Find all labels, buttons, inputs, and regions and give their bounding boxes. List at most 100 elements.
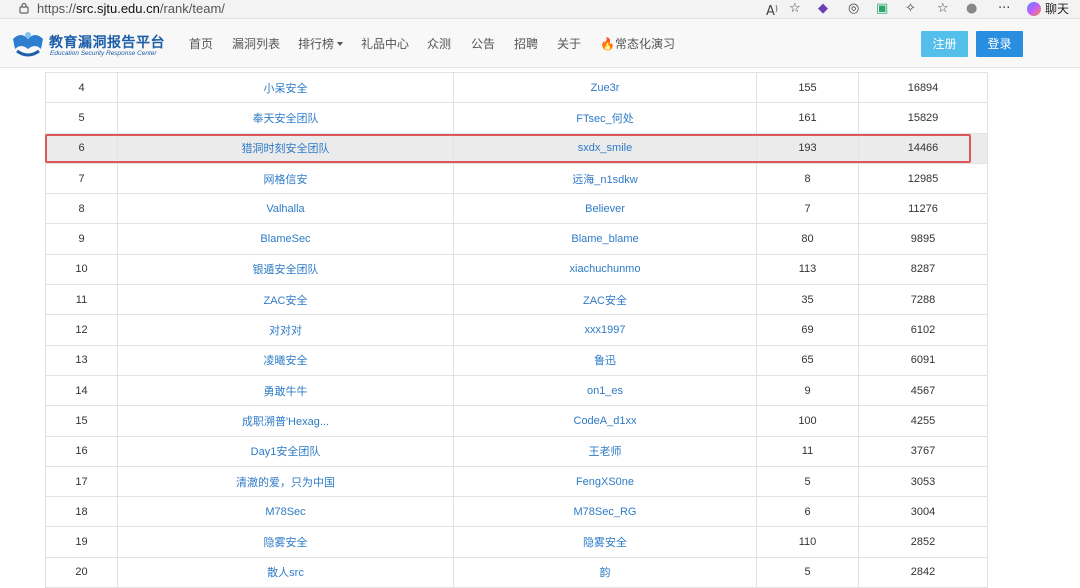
team-name-link[interactable]: 网格信安 [117, 162, 454, 195]
rank-cell: 15 [45, 405, 118, 437]
table-row: 15 成职溯普'Hexag... CodeA_d1xx 100 4255 [45, 405, 988, 437]
leader-name-link[interactable]: Zue3r [453, 71, 757, 104]
extension-circle-icon[interactable]: ◎ [848, 1, 859, 17]
rank-cell: 12 [45, 314, 118, 346]
copilot-icon [1027, 2, 1041, 16]
leader-name-link[interactable]: 韵 [453, 556, 757, 588]
table-row: 14 勇敢牛牛 on1_es 9 4567 [45, 374, 988, 407]
puzzle-icon[interactable]: ✧ [905, 1, 916, 17]
team-name-link[interactable]: M78Sec [117, 496, 454, 528]
rank-cell: 5 [45, 102, 118, 134]
score-cell: 6091 [858, 344, 988, 376]
nav-ranking[interactable]: 排行榜 [298, 37, 344, 51]
vuln-count-cell: 35 [756, 284, 859, 316]
score-cell: 4567 [858, 374, 988, 407]
site-logo[interactable] [11, 27, 45, 57]
nav-vuln-list[interactable]: 漏洞列表 [232, 37, 280, 51]
leader-name-link[interactable]: FTsec_何处 [453, 102, 757, 134]
leader-name-link[interactable]: Blame_blame [453, 223, 757, 255]
nav-announcements[interactable]: 公告 [471, 37, 495, 51]
leader-name-link[interactable]: on1_es [453, 374, 757, 407]
leader-name-link[interactable]: FengXS0ne [453, 465, 757, 498]
leader-name-link[interactable]: M78Sec_RG [453, 496, 757, 528]
team-name-link[interactable]: 隐雾安全 [117, 526, 454, 558]
lock-icon[interactable] [18, 2, 30, 14]
vuln-count-cell: 6 [756, 496, 859, 528]
extension-icon[interactable]: ◆ [818, 1, 828, 17]
score-cell: 12985 [858, 162, 988, 195]
leader-name-link[interactable]: 远海_n1sdkw [453, 162, 757, 195]
leader-name-link[interactable]: 鲁迅 [453, 344, 757, 376]
favorite-star-icon[interactable]: ☆ [789, 1, 801, 17]
nav-gift-center[interactable]: 礼品中心 [361, 37, 409, 51]
rank-cell: 4 [45, 71, 118, 104]
nav-about[interactable]: 关于 [557, 37, 581, 51]
browser-toolbar: https://src.sjtu.edu.cn/rank/team/ A) ☆ … [0, 0, 1080, 19]
team-name-link[interactable]: 成职溯普'Hexag... [117, 405, 454, 437]
table-row: 8 Valhalla Believer 7 11276 [45, 193, 988, 225]
rank-cell: 16 [45, 435, 118, 467]
vuln-count-cell: 65 [756, 344, 859, 376]
team-name-link[interactable]: BlameSec [117, 223, 454, 255]
score-cell: 11276 [858, 193, 988, 225]
nav-crowd-test[interactable]: 众测 [427, 37, 451, 51]
rank-cell: 10 [45, 253, 118, 286]
rank-cell: 11 [45, 284, 118, 316]
rank-cell: 19 [45, 526, 118, 558]
team-name-link[interactable]: 清澈的爱，只为中国 [117, 465, 454, 498]
team-name-link[interactable]: 散人src [117, 556, 454, 588]
vuln-count-cell: 9 [756, 374, 859, 407]
score-cell: 16894 [858, 71, 988, 104]
more-menu-icon[interactable]: ··· [998, 1, 1010, 17]
team-name-link[interactable]: Valhalla [117, 193, 454, 225]
table-row: 18 M78Sec M78Sec_RG 6 3004 [45, 496, 988, 528]
score-cell: 3004 [858, 496, 988, 528]
nav-drill[interactable]: 🔥常态化演习 [600, 37, 675, 51]
team-name-link[interactable]: 奉天安全团队 [117, 102, 454, 134]
leader-name-link[interactable]: Believer [453, 193, 757, 225]
leader-name-link[interactable]: xiachuchunmo [453, 253, 757, 286]
table-row: 19 隐雾安全 隐雾安全 110 2852 [45, 526, 988, 558]
nav-ranking-label: 排行榜 [298, 37, 335, 51]
leader-name-link[interactable]: ZAC安全 [453, 284, 757, 316]
team-name-link[interactable]: 凌曦安全 [117, 344, 454, 376]
score-cell: 4255 [858, 405, 988, 437]
copilot-chat-button[interactable]: 聊天 [1027, 0, 1069, 18]
rank-cell: 9 [45, 223, 118, 255]
leader-name-link[interactable]: 王老师 [453, 435, 757, 467]
vuln-count-cell: 155 [756, 71, 859, 104]
login-button[interactable]: 登录 [976, 31, 1023, 57]
vuln-count-cell: 69 [756, 314, 859, 346]
vuln-count-cell: 11 [756, 435, 859, 467]
team-name-link[interactable]: 对对对 [117, 314, 454, 346]
team-name-link[interactable]: 勇敢牛牛 [117, 374, 454, 407]
read-aloud-icon[interactable]: A) [766, 1, 778, 20]
team-name-link[interactable]: 小呆安全 [117, 71, 454, 104]
url-path: /rank/team/ [159, 1, 225, 16]
team-name-link[interactable]: Day1安全团队 [117, 435, 454, 467]
vuln-count-cell: 100 [756, 405, 859, 437]
brand-title[interactable]: 教育漏洞报告平台 [49, 32, 165, 52]
url-prefix: https:// [37, 1, 77, 16]
profile-avatar-icon[interactable]: ● [966, 1, 977, 17]
nav-jobs[interactable]: 招聘 [514, 37, 538, 51]
nav-home[interactable]: 首页 [189, 37, 213, 51]
leader-name-link[interactable]: CodeA_d1xx [453, 405, 757, 437]
rank-cell: 18 [45, 496, 118, 528]
vuln-count-cell: 5 [756, 465, 859, 498]
leader-name-link[interactable]: xxx1997 [453, 314, 757, 346]
score-cell: 15829 [858, 102, 988, 134]
team-name-link[interactable]: ZAC安全 [117, 284, 454, 316]
fire-icon: 🔥 [600, 37, 615, 51]
extension-green-icon[interactable]: ▣ [876, 1, 888, 17]
address-bar[interactable]: https://src.sjtu.edu.cn/rank/team/ [37, 1, 225, 17]
vuln-count-cell: 8 [756, 162, 859, 195]
vuln-count-cell: 5 [756, 556, 859, 588]
team-name-link[interactable]: 银遁安全团队 [117, 253, 454, 286]
table-row: 5 奉天安全团队 FTsec_何处 161 15829 [45, 102, 988, 134]
table-row: 12 对对对 xxx1997 69 6102 [45, 314, 988, 346]
register-button[interactable]: 注册 [921, 31, 968, 57]
score-cell: 7288 [858, 284, 988, 316]
favorites-bar-icon[interactable]: ☆ [937, 1, 949, 17]
leader-name-link[interactable]: 隐雾安全 [453, 526, 757, 558]
